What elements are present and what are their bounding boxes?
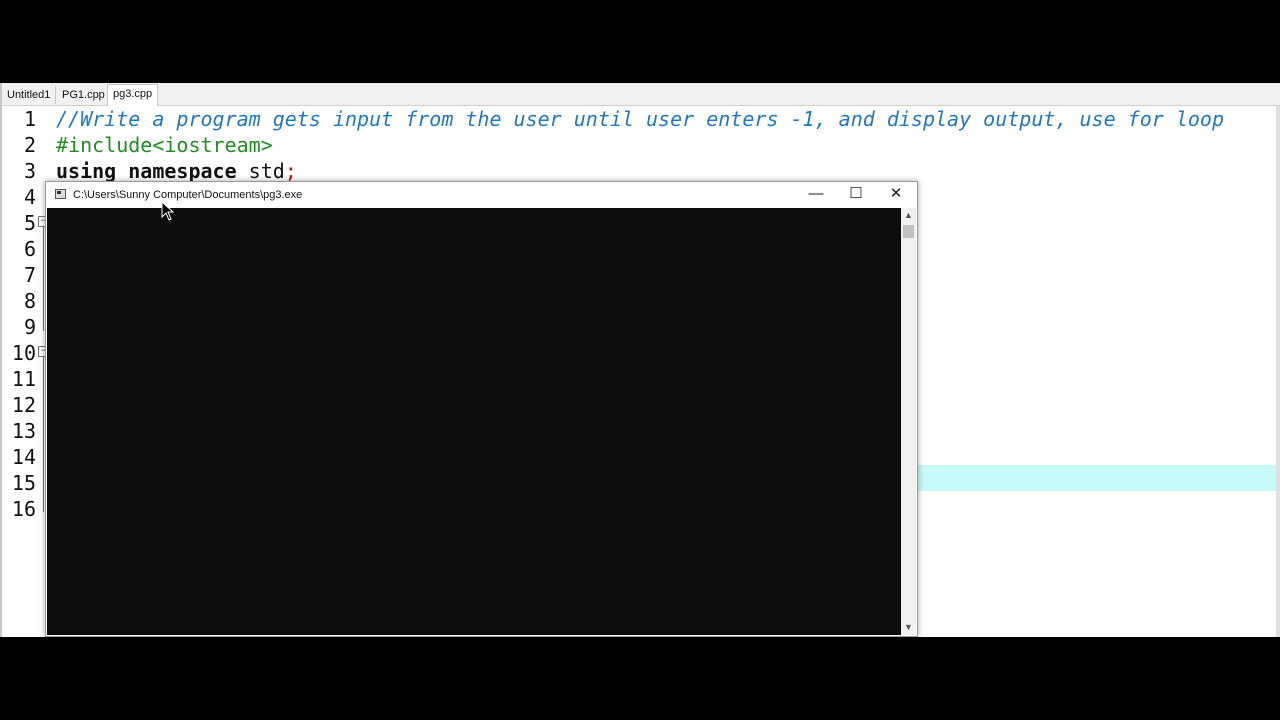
line-number: 1 [23, 107, 36, 131]
tab-pg3-cpp[interactable]: pg3.cpp [107, 84, 159, 106]
line-number: 6 [23, 237, 36, 261]
line-number: 4 [23, 185, 36, 209]
minimize-icon[interactable]: — [796, 182, 836, 208]
tab-untitled1[interactable]: Untitled1 [2, 86, 57, 104]
fold-guide [43, 357, 44, 512]
code-line-comment: //Write a program gets input from the us… [56, 107, 1224, 131]
identifier-text: std [236, 159, 285, 183]
keyword-text: using namespace [56, 159, 237, 183]
line-number: 3 [23, 159, 36, 183]
line-number: 14 [11, 445, 36, 469]
scroll-thumb[interactable] [903, 225, 914, 238]
line-number: 13 [11, 419, 36, 443]
line-number: 7 [23, 263, 36, 287]
scroll-down-icon[interactable]: ▼ [901, 620, 916, 635]
maximize-icon[interactable]: ☐ [836, 182, 876, 208]
code-line-include: #include<iostream> [56, 133, 273, 157]
console-window[interactable]: C:\Users\Sunny Computer\Documents\pg3.ex… [45, 181, 918, 637]
scroll-up-icon[interactable]: ▲ [901, 208, 916, 223]
editor-right-margin [1276, 106, 1280, 637]
console-scrollbar[interactable]: ▲ ▼ [901, 208, 916, 635]
close-icon[interactable]: ✕ [876, 182, 916, 208]
line-number: 5 [23, 211, 36, 235]
mouse-pointer-icon [161, 200, 175, 221]
line-number: 16 [11, 497, 36, 521]
line-number: 15 [11, 471, 36, 495]
tab-bar: Untitled1 PG1.cpp pg3.cpp [2, 83, 1280, 106]
line-number: 12 [11, 393, 36, 417]
console-title: C:\Users\Sunny Computer\Documents\pg3.ex… [73, 189, 303, 201]
line-number: 10 [11, 341, 36, 365]
symbol-text: ; [284, 159, 297, 183]
console-output-area[interactable] [47, 208, 902, 635]
line-number: 11 [11, 367, 36, 391]
line-number: 9 [23, 315, 36, 339]
fold-guide [43, 227, 44, 331]
line-number: 2 [23, 133, 36, 157]
console-titlebar[interactable]: C:\Users\Sunny Computer\Documents\pg3.ex… [46, 182, 917, 208]
console-app-icon[interactable] [55, 189, 66, 199]
line-number: 8 [23, 289, 36, 313]
tab-pg1-cpp[interactable]: PG1.cpp [57, 86, 111, 104]
